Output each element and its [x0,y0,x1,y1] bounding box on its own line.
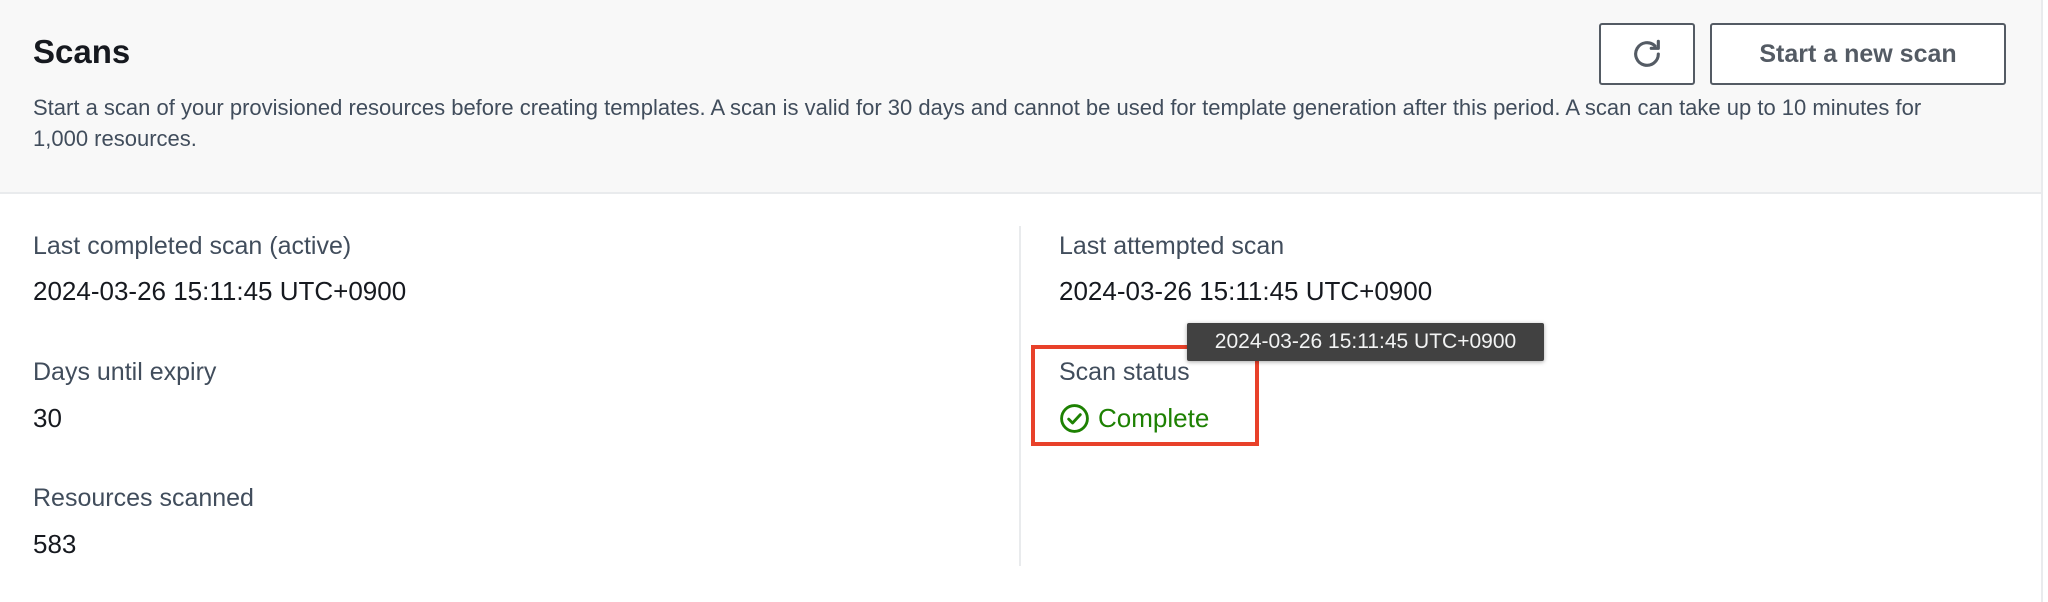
scans-panel: Scans Start a scan of your provisioned r… [0,0,2043,602]
page-title: Scans [33,33,131,70]
last-attempted-scan-value: 2024-03-26 15:11:45 UTC+0900 [1059,276,1433,306]
column-divider [1019,226,1021,566]
last-attempted-scan-label: Last attempted scan [1059,232,1285,260]
scan-status-text: Complete [1098,403,1210,433]
days-until-expiry-value: 30 [33,403,62,433]
refresh-button[interactable] [1599,23,1695,85]
refresh-icon [1630,37,1664,71]
last-completed-scan-label: Last completed scan (active) [33,232,352,260]
timestamp-tooltip: 2024-03-26 15:11:45 UTC+0900 [1187,323,1544,361]
resources-scanned-label: Resources scanned [33,484,254,512]
scan-status-value: Complete [1059,401,1209,435]
last-completed-scan-value: 2024-03-26 15:11:45 UTC+0900 [33,276,407,306]
scan-status-label: Scan status [1059,358,1190,386]
check-circle-icon [1059,403,1090,434]
scans-description: Start a scan of your provisioned resourc… [33,95,1922,151]
scans-header: Scans Start a scan of your provisioned r… [0,0,2041,194]
resources-scanned-value: 583 [33,529,77,559]
days-until-expiry-label: Days until expiry [33,358,217,386]
start-new-scan-button[interactable]: Start a new scan [1710,23,2006,85]
